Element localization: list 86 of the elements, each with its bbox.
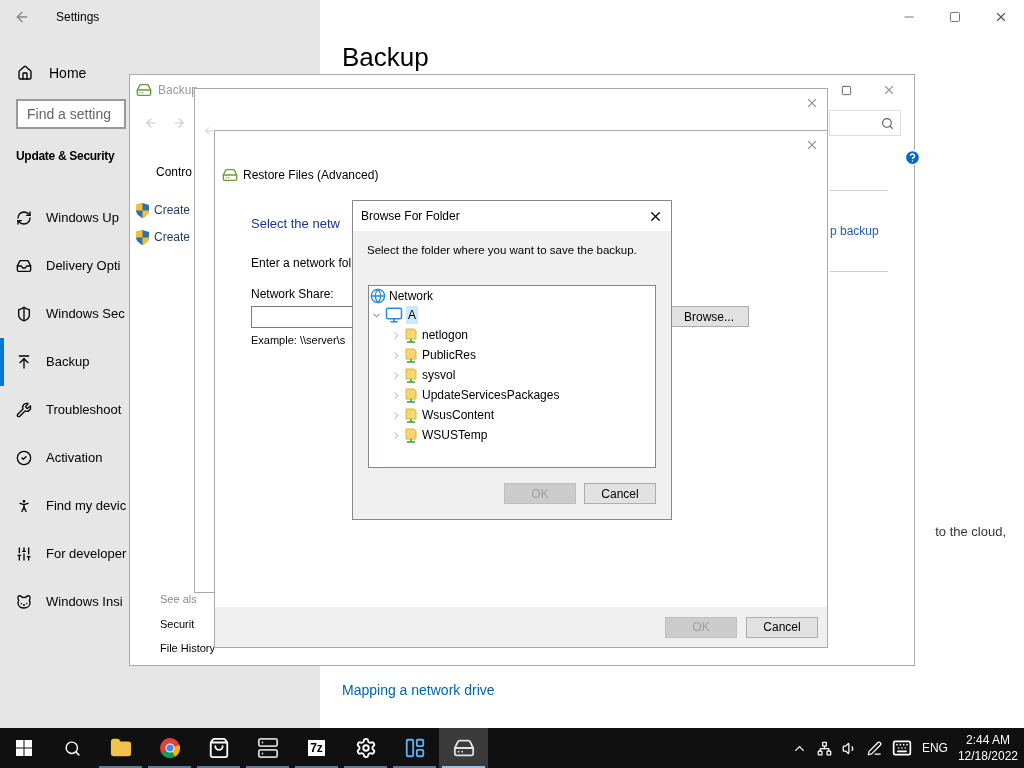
see-also-heading: See als bbox=[160, 592, 198, 607]
search-icon bbox=[63, 739, 81, 757]
nav-item[interactable]: Troubleshoot bbox=[0, 386, 128, 434]
tree-item[interactable]: WSUSTemp bbox=[420, 426, 490, 445]
network-drive-link[interactable]: Mapping a network drive bbox=[342, 679, 1024, 701]
nav-icon bbox=[16, 498, 32, 514]
nav-icon bbox=[16, 306, 32, 322]
shield-icon bbox=[136, 229, 149, 245]
nav-item[interactable]: Activation bbox=[0, 434, 128, 482]
shared-folder-icon bbox=[405, 387, 417, 403]
browser-icon bbox=[158, 737, 181, 759]
shared-folder-icon bbox=[405, 407, 417, 423]
drive-icon bbox=[452, 737, 475, 759]
shared-folder-icon bbox=[405, 327, 417, 343]
archive-app-logo: 7z bbox=[308, 740, 325, 756]
example-text: Example: \\server\s bbox=[251, 332, 346, 348]
taskbar-app[interactable]: 7z bbox=[292, 728, 341, 768]
restore-app-icon bbox=[222, 167, 238, 183]
dialog-button[interactable]: Cancel bbox=[746, 616, 818, 638]
nav-item[interactable]: Delivery Opti bbox=[0, 242, 128, 290]
home-link[interactable]: Home bbox=[49, 62, 87, 84]
nav-item[interactable]: Find my devic bbox=[0, 482, 128, 530]
search-field[interactable]: Find a setting bbox=[16, 99, 126, 129]
keyboard-icon[interactable] bbox=[891, 738, 912, 758]
see-also-link[interactable]: File History bbox=[160, 640, 215, 657]
shield-icon bbox=[136, 202, 149, 218]
setup-backup-link[interactable]: p backup bbox=[830, 222, 879, 240]
back-arrow-icon[interactable] bbox=[14, 9, 30, 25]
nav-icon bbox=[16, 354, 32, 370]
page-heading: Backup bbox=[342, 42, 430, 72]
wizard-title: Restore Files (Advanced) bbox=[243, 167, 379, 184]
panel-icon bbox=[403, 737, 426, 759]
section-heading: Update & Security bbox=[16, 148, 115, 165]
nav-item[interactable]: Windows Sec bbox=[0, 290, 128, 338]
search-icon bbox=[881, 116, 894, 130]
clock[interactable]: 2:44 AM 12/18/2022 bbox=[957, 732, 1018, 764]
nav-icon bbox=[16, 258, 32, 274]
network-icon bbox=[370, 288, 386, 305]
pen-icon[interactable] bbox=[866, 740, 882, 756]
browse-button[interactable]: Browse... bbox=[669, 306, 749, 327]
wizard-heading: Select the netw bbox=[251, 215, 340, 233]
task-link[interactable]: Create bbox=[154, 201, 191, 219]
nav-icon bbox=[16, 546, 32, 562]
nav-icon bbox=[16, 402, 32, 418]
shared-folder-icon bbox=[405, 367, 417, 383]
computer-icon bbox=[385, 306, 403, 325]
folder-icon bbox=[109, 737, 132, 759]
server-icon bbox=[256, 737, 279, 759]
nav-icon bbox=[16, 594, 32, 610]
settings-icon bbox=[354, 737, 377, 759]
network-icon[interactable] bbox=[816, 740, 832, 756]
tree-item[interactable]: WsusContent bbox=[420, 406, 497, 425]
shared-folder-icon bbox=[405, 427, 417, 443]
field-label: Network Share: bbox=[251, 285, 334, 303]
store-icon bbox=[207, 737, 230, 759]
windows-logo-icon bbox=[16, 740, 32, 756]
maximize-icon[interactable] bbox=[949, 11, 961, 23]
tree-item[interactable]: sysvol bbox=[420, 366, 458, 385]
maximize-icon[interactable] bbox=[841, 84, 852, 96]
task-link[interactable]: Create bbox=[154, 228, 191, 246]
nav-item[interactable]: Windows Insi bbox=[0, 578, 128, 626]
control-panel-link[interactable]: Contro bbox=[156, 163, 193, 181]
nav-item[interactable]: For developer bbox=[0, 530, 128, 578]
tree-item[interactable]: netlogon bbox=[420, 326, 471, 345]
window-title: Settings bbox=[56, 9, 100, 26]
shared-folder-icon bbox=[405, 347, 417, 363]
description-text: to the cloud, bbox=[935, 523, 1006, 541]
dialog-button[interactable]: Cancel bbox=[584, 483, 656, 505]
tree-item[interactable]: PublicRes bbox=[420, 346, 479, 365]
tree-item[interactable]: UpdateServicesPackages bbox=[420, 386, 562, 405]
close-icon[interactable] bbox=[994, 10, 1008, 24]
backup-app-icon bbox=[136, 82, 152, 98]
back-arrow-icon[interactable] bbox=[203, 125, 215, 137]
nav-icon bbox=[16, 210, 32, 226]
language-indicator[interactable]: ENG bbox=[921, 739, 948, 757]
home-icon bbox=[17, 65, 33, 81]
help-icon[interactable] bbox=[904, 149, 921, 166]
see-also-link[interactable]: Securit bbox=[160, 615, 215, 632]
tree-item[interactable]: A bbox=[406, 306, 418, 325]
dialog-prompt: Select the folder where you want to save the backup. bbox=[367, 243, 638, 258]
tree-item[interactable]: Network bbox=[389, 287, 433, 306]
taskbar-app[interactable] bbox=[439, 728, 488, 768]
nav-icon bbox=[16, 450, 32, 466]
instruction-text: Enter a network fol bbox=[251, 254, 352, 272]
nav-item[interactable]: Windows Up bbox=[0, 194, 128, 242]
dialog-title: Browse For Folder bbox=[361, 208, 460, 225]
